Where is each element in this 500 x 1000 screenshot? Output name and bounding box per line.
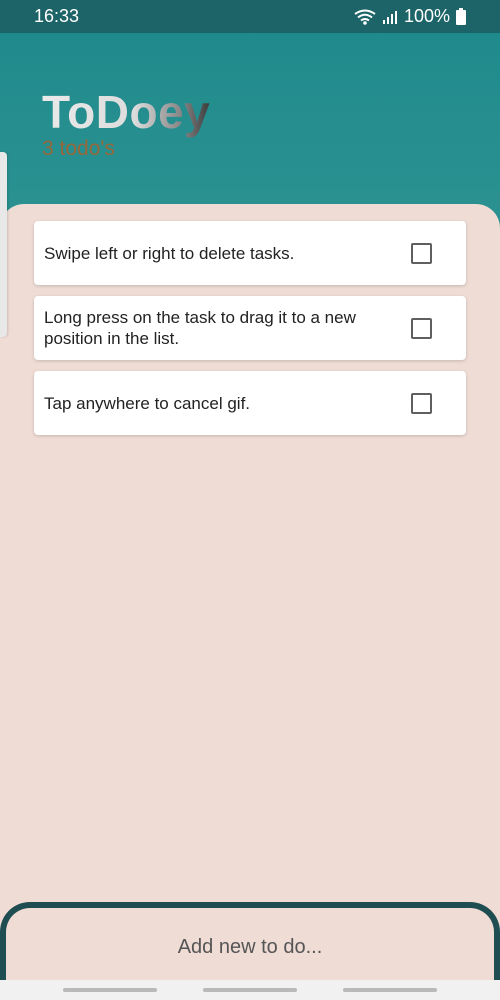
wifi-icon (354, 9, 376, 25)
app-title: ToDoey (42, 86, 211, 138)
signal-icon (382, 10, 397, 24)
status-time: 16:33 (34, 6, 80, 26)
task-checkbox[interactable] (411, 392, 432, 414)
status-icons: 100% (354, 6, 466, 27)
task-list: Swipe left or right to delete tasks. Lon… (34, 221, 466, 446)
status-bar: 16:33 100% (0, 0, 500, 33)
todo-count: 3 todo's (42, 137, 115, 160)
battery-percent: 100% (403, 6, 450, 26)
task-item[interactable]: Swipe left or right to delete tasks. (34, 221, 466, 285)
side-drawer-handle[interactable] (0, 152, 7, 337)
nav-recents-indicator[interactable] (63, 988, 157, 992)
battery-icon (456, 8, 466, 25)
task-item[interactable]: Long press on the task to drag it to a n… (34, 296, 466, 360)
app-header: ToDoey 3 todo's (0, 33, 500, 233)
add-todo-button[interactable]: Add new to do... (0, 902, 500, 986)
nav-home-indicator[interactable] (203, 988, 297, 992)
task-text: Swipe left or right to delete tasks. (44, 243, 295, 263)
task-sheet: Swipe left or right to delete tasks. Lon… (0, 204, 500, 1000)
add-todo-label: Add new to do... (177, 935, 323, 958)
task-text: Tap anywhere to cancel gif. (44, 393, 251, 413)
task-checkbox[interactable] (411, 242, 432, 264)
task-text: Long press on the task to drag it to a n… (44, 308, 356, 348)
nav-back-indicator[interactable] (343, 988, 437, 992)
task-item[interactable]: Tap anywhere to cancel gif. (34, 371, 466, 435)
task-checkbox[interactable] (411, 317, 432, 339)
system-nav-bar (0, 980, 500, 1000)
